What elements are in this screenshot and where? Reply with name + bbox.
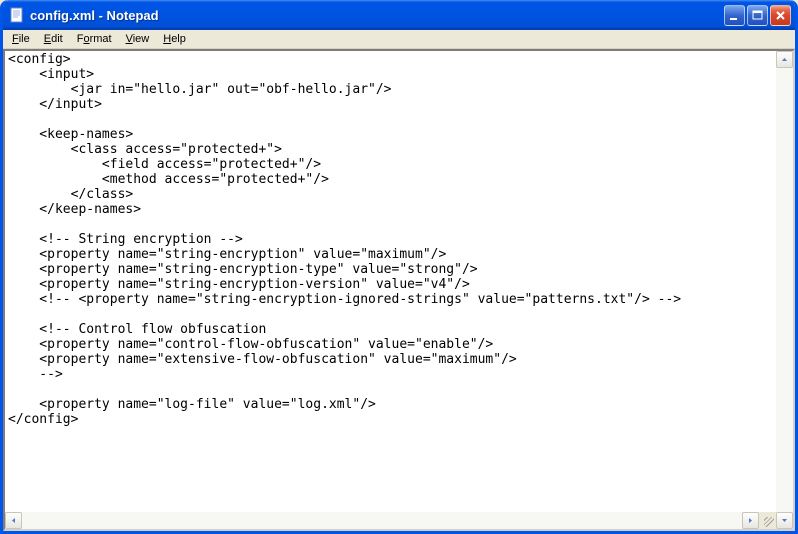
notepad-icon [9, 7, 25, 23]
scroll-left-button[interactable] [5, 512, 22, 529]
close-button[interactable] [770, 5, 791, 26]
menu-format[interactable]: Format [70, 31, 119, 47]
horizontal-scroll-track[interactable] [22, 512, 742, 529]
scroll-down-button[interactable] [776, 512, 793, 529]
scroll-up-button[interactable] [776, 51, 793, 68]
menu-edit[interactable]: Edit [37, 31, 70, 47]
window-controls [724, 5, 791, 26]
text-editor[interactable]: <config> <input> <jar in="hello.jar" out… [5, 51, 776, 512]
notepad-window: config.xml - Notepad File Edit Format Vi… [0, 0, 798, 534]
menu-file[interactable]: File [5, 31, 37, 47]
resize-grip[interactable] [759, 512, 776, 529]
menu-view[interactable]: View [119, 31, 157, 47]
vertical-scrollbar[interactable] [776, 51, 793, 529]
menubar: File Edit Format View Help [3, 30, 795, 49]
maximize-button[interactable] [747, 5, 768, 26]
titlebar[interactable]: config.xml - Notepad [3, 0, 795, 30]
scroll-right-button[interactable] [742, 512, 759, 529]
minimize-button[interactable] [724, 5, 745, 26]
horizontal-scrollbar[interactable] [5, 512, 759, 529]
window-title: config.xml - Notepad [30, 8, 724, 23]
editor-container: <config> <input> <jar in="hello.jar" out… [3, 49, 795, 531]
vertical-scroll-track[interactable] [776, 68, 793, 512]
menu-help[interactable]: Help [156, 31, 193, 47]
horizontal-scrollbar-row [5, 512, 776, 529]
